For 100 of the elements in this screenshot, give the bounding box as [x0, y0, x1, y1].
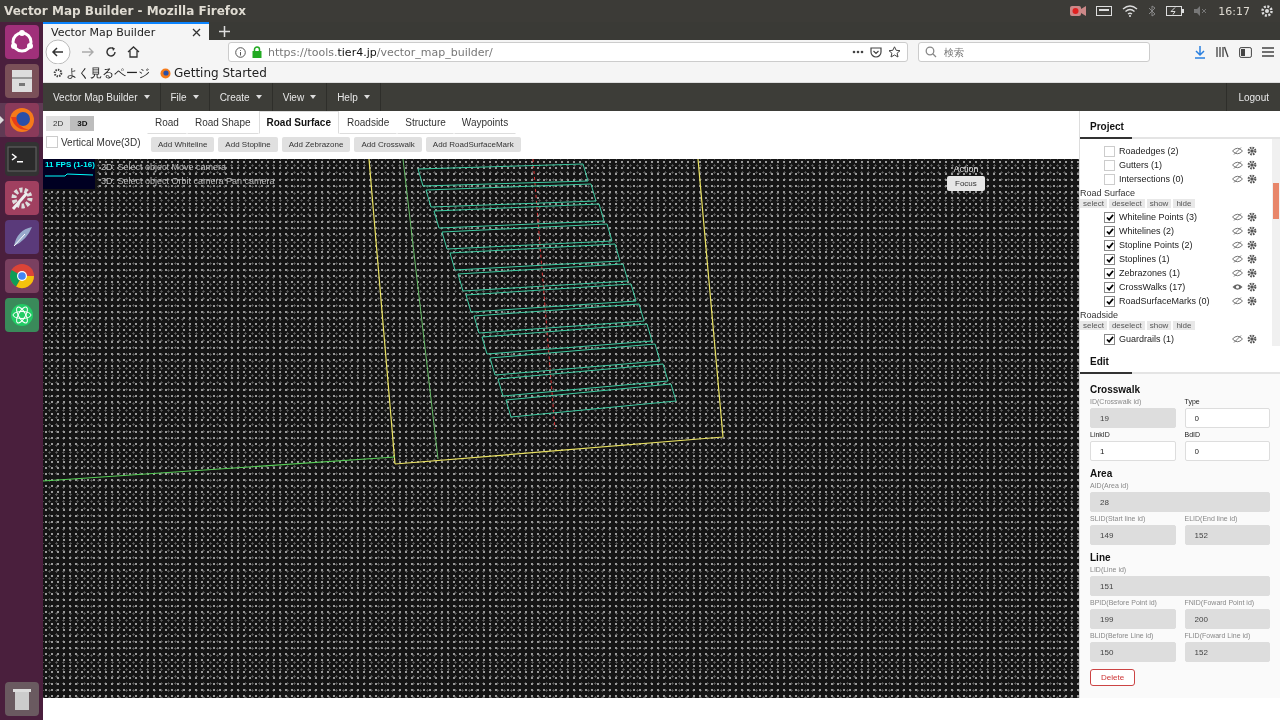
- browser-tab[interactable]: Vector Map Builder: [43, 22, 209, 40]
- library-icon[interactable]: [1216, 46, 1229, 58]
- layer-checkbox[interactable]: [1104, 145, 1115, 157]
- padlock-icon: [252, 46, 262, 58]
- eye-slash-icon[interactable]: [1232, 297, 1243, 305]
- input-field[interactable]: 0: [1184, 408, 1270, 428]
- bookmark-link[interactable]: Getting Started: [160, 66, 267, 80]
- focus-button[interactable]: Focus: [947, 176, 985, 191]
- group-action-button[interactable]: hide: [1173, 321, 1195, 330]
- eye-slash-icon[interactable]: [1232, 269, 1243, 277]
- eye-slash-icon[interactable]: [1232, 147, 1243, 155]
- bookmark-link[interactable]: よく見るページ: [53, 64, 150, 82]
- add-button[interactable]: Add Stopline: [218, 137, 278, 152]
- group-heading: Road Surface: [1080, 187, 1137, 199]
- fps-reading: 11 FPS (1-16): [45, 160, 95, 169]
- group-action-button[interactable]: deselect: [1108, 321, 1145, 330]
- address-bar[interactable]: https://tools.tier4.jp/vector_map_builder/: [228, 42, 908, 62]
- view-mode-toggle[interactable]: 2D: [46, 116, 71, 131]
- checkbox-label: Vertical Move(3D): [61, 136, 141, 148]
- clock[interactable]: 16:17: [1218, 4, 1250, 18]
- input-field[interactable]: 1: [1090, 441, 1176, 461]
- add-button[interactable]: Add Whiteline: [151, 137, 215, 152]
- group-action-button[interactable]: select: [1080, 321, 1107, 330]
- gear-icon: [53, 68, 63, 78]
- more-dots-icon[interactable]: [852, 50, 864, 54]
- camera-icon[interactable]: [1070, 5, 1087, 17]
- action-label: Action: [953, 164, 979, 174]
- keyboard-icon[interactable]: [1096, 6, 1113, 16]
- input-field[interactable]: 0: [1184, 441, 1270, 461]
- battery-icon[interactable]: [1166, 6, 1185, 16]
- add-button[interactable]: Add RoadSurfaceMark: [425, 137, 521, 152]
- layer-checkbox[interactable]: [1104, 225, 1115, 237]
- power-gear-icon[interactable]: [1260, 4, 1274, 18]
- eye-slash-icon[interactable]: [1232, 161, 1243, 169]
- url-text: https://tools.tier4.jp/vector_map_builder/: [268, 45, 493, 59]
- eye-slash-icon[interactable]: [1232, 175, 1243, 183]
- search-field[interactable]: 検索: [918, 42, 1150, 62]
- speaker-muted-icon[interactable]: [1194, 6, 1209, 16]
- bluetooth-icon[interactable]: [1148, 5, 1157, 17]
- menu-dropdown[interactable]: View: [272, 83, 328, 111]
- menu-icon[interactable]: [1262, 47, 1274, 57]
- search-icon: [925, 46, 937, 58]
- caret-icon: [192, 95, 199, 99]
- delete-button[interactable]: Delete: [1090, 669, 1136, 686]
- add-button[interactable]: Add Zebrazone: [281, 137, 351, 152]
- layer-checkbox[interactable]: [1104, 239, 1115, 251]
- eye-slash-icon[interactable]: [1232, 335, 1243, 343]
- layer-checkbox[interactable]: [1104, 253, 1115, 265]
- layer-checkbox[interactable]: [1104, 295, 1115, 307]
- add-button[interactable]: Add Crosswalk: [354, 137, 422, 152]
- panel-tab[interactable]: Project: [1080, 121, 1132, 139]
- group-action-button[interactable]: show: [1146, 199, 1172, 208]
- category-tab[interactable]: Road Surface: [258, 111, 339, 134]
- checkbox[interactable]: [46, 136, 58, 148]
- category-tab[interactable]: Waypoints: [453, 111, 517, 134]
- group-action-button[interactable]: hide: [1173, 199, 1195, 208]
- home-icon[interactable]: [127, 46, 140, 58]
- layer-name: Roadedges (2): [1119, 146, 1180, 156]
- scrollbar[interactable]: [1272, 139, 1280, 346]
- layer-checkbox[interactable]: [1104, 333, 1115, 345]
- pocket-icon[interactable]: [870, 46, 882, 58]
- category-tab[interactable]: Road: [147, 111, 187, 134]
- eye-slash-icon[interactable]: [1232, 213, 1243, 221]
- window-title: Vector Map Builder - Mozilla Firefox: [4, 4, 247, 18]
- eye-icon[interactable]: [1232, 283, 1243, 291]
- section-heading: Crosswalk: [1090, 384, 1142, 395]
- caret-icon: [310, 95, 317, 99]
- eye-slash-icon[interactable]: [1232, 241, 1243, 249]
- layer-name: Intersections (0): [1119, 174, 1185, 184]
- eye-slash-icon[interactable]: [1232, 227, 1243, 235]
- layer-name: Guardrails (1): [1119, 334, 1175, 344]
- wifi-icon[interactable]: [1122, 5, 1139, 17]
- info-icon[interactable]: [235, 46, 246, 58]
- category-tab[interactable]: Roadside: [339, 111, 398, 134]
- back-icon[interactable]: [45, 39, 71, 65]
- category-tab[interactable]: Structure: [397, 111, 454, 134]
- point-cloud-map[interactable]: [43, 159, 1079, 698]
- gear-icon[interactable]: [1247, 334, 1257, 344]
- group-action-button[interactable]: deselect: [1108, 199, 1145, 208]
- reload-icon[interactable]: [105, 46, 117, 58]
- view-mode-toggle[interactable]: 3D: [70, 116, 95, 131]
- layer-checkbox[interactable]: [1104, 267, 1115, 279]
- category-tab[interactable]: Road Shape: [186, 111, 259, 134]
- star-icon[interactable]: [888, 46, 901, 58]
- download-icon[interactable]: [1194, 45, 1206, 59]
- close-icon[interactable]: [192, 27, 201, 37]
- new-tab-icon[interactable]: [219, 25, 230, 37]
- eye-slash-icon[interactable]: [1232, 255, 1243, 263]
- layer-name: Gutters (1): [1119, 160, 1163, 170]
- caret-icon: [363, 95, 370, 99]
- layer-checkbox[interactable]: [1104, 173, 1115, 185]
- group-action-button[interactable]: show: [1146, 321, 1172, 330]
- layer-checkbox[interactable]: [1104, 159, 1115, 171]
- sidebar-icon[interactable]: [1239, 46, 1252, 58]
- search-input[interactable]: 検索: [942, 45, 1136, 59]
- layer-checkbox[interactable]: [1104, 211, 1115, 223]
- layer-checkbox[interactable]: [1104, 281, 1115, 293]
- layer-name: RoadSurfaceMarks (0): [1119, 296, 1211, 306]
- group-action-button[interactable]: select: [1080, 199, 1107, 208]
- section-heading: Area: [1090, 468, 1114, 479]
